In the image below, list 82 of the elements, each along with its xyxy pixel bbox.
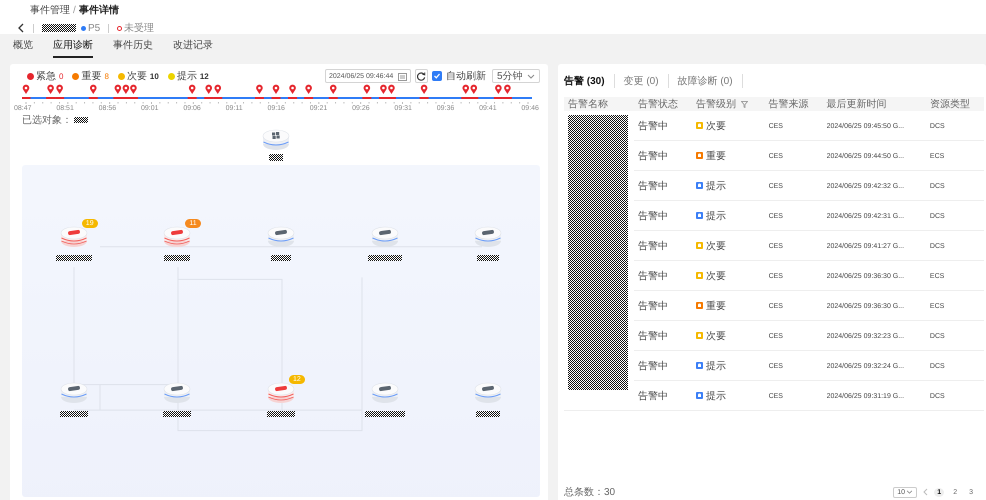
table-cell: 告警中 [638,210,668,222]
refresh-button[interactable] [415,69,428,83]
tab[interactable]: 故障诊断 (0) [668,74,743,88]
tab[interactable]: 改进记录 [173,39,213,58]
auto-refresh-label: 自动刷新 [446,70,486,83]
priority-dot [81,26,86,30]
legend-count: 10 [150,72,159,80]
legend-count: 8 [104,72,109,80]
redacted-block [74,117,88,123]
legend-label: 紧急 [36,70,56,83]
column-header: 告警来源 [768,98,809,111]
cloud-server-icon[interactable] [474,225,502,249]
tab[interactable]: 概览 [13,39,33,58]
total-count: 总条数：30 [564,486,616,499]
table-cell: 告警中 [638,240,668,252]
cloud-server-icon[interactable] [266,381,295,405]
tab[interactable]: 事件历史 [113,39,153,58]
cloud-server-icon[interactable] [370,225,399,249]
table-cell: 告警中 [638,330,668,342]
redacted-block [56,255,92,261]
redacted-block [476,411,500,417]
caret-icon [906,490,914,494]
table-cell: 告警中 [638,180,668,192]
redacted-block [163,411,192,417]
redacted-block [364,411,405,417]
table-cell-text: 提示 [706,180,726,192]
legend-label: 次要 [126,70,147,83]
table-cell: 告警中 [638,360,668,372]
table-cell-text: 次要 [706,270,726,282]
legend-label: 提示 [176,70,197,83]
table-cell: 告警中 [638,390,668,402]
table-cell-text: 提示 [706,390,726,402]
status-dot [117,26,122,30]
redacted-block [270,255,291,261]
table-cell-text: 提示 [706,210,726,222]
table-cell: 告警中 [638,120,668,132]
column-header: 告警状态 [638,98,678,111]
redacted-block [477,255,500,261]
cloud-server-icon[interactable] [163,381,192,405]
breadcrumb-separator: / [73,5,76,17]
table-cell-text: 次要 [706,240,726,252]
table-cell: 告警中 [638,300,668,312]
auto-refresh-checkbox[interactable] [432,71,442,81]
table-cell-text: 重要 [706,150,726,162]
table-cell-text: 重要 [706,300,726,312]
tab[interactable]: 变更 (0) [614,74,669,88]
cloud-server-icon[interactable] [370,381,399,405]
cloud-server-icon[interactable] [60,381,88,405]
cloud-server-icon[interactable] [266,225,295,249]
column-header: 告警名称 [568,98,608,111]
redacted-block [269,154,283,161]
filter-icon[interactable] [741,100,748,108]
caret-icon [527,74,535,78]
redacted-block [60,411,88,417]
table-cell: 告警中 [638,270,668,282]
table-cell-text: 次要 [706,120,726,132]
legend-count: 0 [59,72,64,80]
redacted-block [164,255,190,261]
tab[interactable]: 应用诊断 [53,39,93,58]
column-header: 资源类型 [930,98,970,111]
calendar-icon [398,72,407,80]
table-cell-text: 提示 [706,360,726,372]
table-cell: 告警中 [638,150,668,162]
cloud-server-icon[interactable] [163,225,192,249]
cloud-server-icon[interactable] [60,225,88,249]
column-header: 最后更新时间 [826,98,887,111]
redacted-block [266,411,295,417]
column-header: 告警级别 [696,98,736,111]
cloud-server-icon[interactable] [474,381,502,405]
priority-label: P5 [88,22,100,34]
redacted-block [368,255,402,261]
legend-label: 重要 [81,70,102,83]
breadcrumb-link[interactable]: 事件管理 [30,5,70,17]
status-label: 未受理 [124,22,154,35]
selected-object-label: 已选对象： [22,114,72,127]
interval-select[interactable]: 5分钟 [492,69,540,83]
tab[interactable]: 告警 (30) [564,74,615,88]
breadcrumb-current: 事件详情 [78,5,119,17]
back-icon[interactable] [17,23,25,33]
server-icon[interactable] [262,129,290,151]
table-cell-text: 次要 [706,330,726,342]
legend-count: 12 [200,72,209,80]
